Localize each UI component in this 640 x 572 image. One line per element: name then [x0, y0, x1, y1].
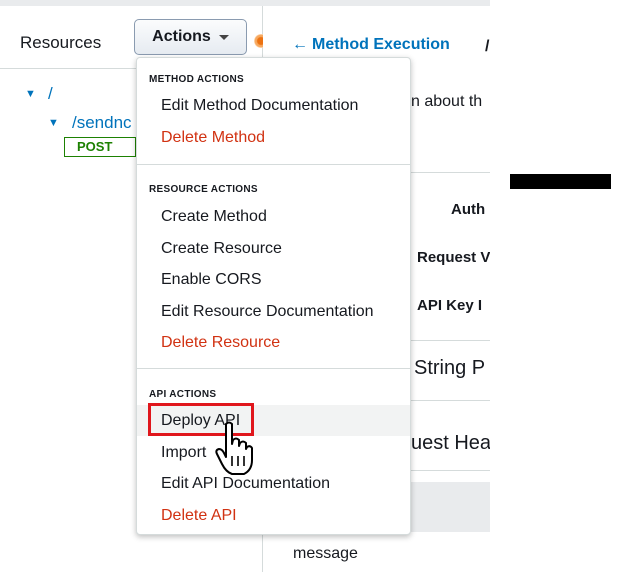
section-label-resource-actions: RESOURCE ACTIONS: [149, 184, 258, 195]
back-arrow-icon: ←: [292, 36, 308, 53]
section-label-api-actions: API ACTIONS: [149, 389, 217, 400]
auth-label: Auth: [451, 201, 486, 218]
back-to-method-execution-link[interactable]: ← Method Execution: [292, 36, 450, 54]
menu-item-edit-resource-documentation[interactable]: Edit Resource Documentation: [137, 296, 410, 327]
actions-dropdown-menu: METHOD ACTIONS Edit Method Documentation…: [136, 57, 411, 535]
breadcrumb-separator: /: [485, 38, 490, 55]
tree-item-root[interactable]: /: [48, 84, 53, 104]
menu-item-delete-resource[interactable]: Delete Resource: [137, 327, 410, 358]
caret-down-icon: [218, 34, 229, 40]
method-description-text: n about th: [411, 93, 483, 110]
menu-item-delete-method[interactable]: Delete Method: [137, 122, 410, 153]
expand-arrow-icon[interactable]: ▼: [25, 88, 36, 100]
request-validator-label: Request V: [417, 249, 491, 266]
menu-item-edit-api-documentation[interactable]: Edit API Documentation: [137, 468, 410, 499]
tree-item-sendnc[interactable]: /sendnc: [72, 113, 132, 133]
expand-arrow-icon[interactable]: ▼: [48, 117, 59, 129]
message-label: message: [293, 545, 358, 562]
blank-region: [490, 0, 640, 572]
menu-item-create-method[interactable]: Create Method: [137, 201, 410, 232]
method-badge-post[interactable]: POST: [64, 137, 136, 157]
back-link-label: Method Execution: [312, 36, 450, 53]
table-header-block: [411, 482, 490, 532]
redaction-bar: [510, 174, 611, 189]
menu-item-create-resource[interactable]: Create Resource: [137, 233, 410, 264]
menu-item-enable-cors[interactable]: Enable CORS: [137, 264, 410, 295]
menu-item-edit-method-documentation[interactable]: Edit Method Documentation: [137, 90, 410, 121]
request-headers-section[interactable]: uest Hea: [411, 432, 491, 455]
section-label-method-actions: METHOD ACTIONS: [149, 74, 244, 85]
hand-pointer-icon: [215, 421, 253, 475]
menu-separator: [137, 164, 410, 165]
query-string-section[interactable]: String P: [414, 357, 485, 380]
menu-item-delete-api[interactable]: Delete API: [137, 500, 410, 531]
menu-item-import[interactable]: Import: [137, 437, 410, 468]
resources-title: Resources: [20, 33, 102, 52]
api-key-required-label: API Key I: [417, 297, 483, 314]
actions-button[interactable]: Actions: [134, 19, 247, 55]
actions-button-label: Actions: [152, 28, 211, 45]
menu-separator: [137, 368, 410, 369]
